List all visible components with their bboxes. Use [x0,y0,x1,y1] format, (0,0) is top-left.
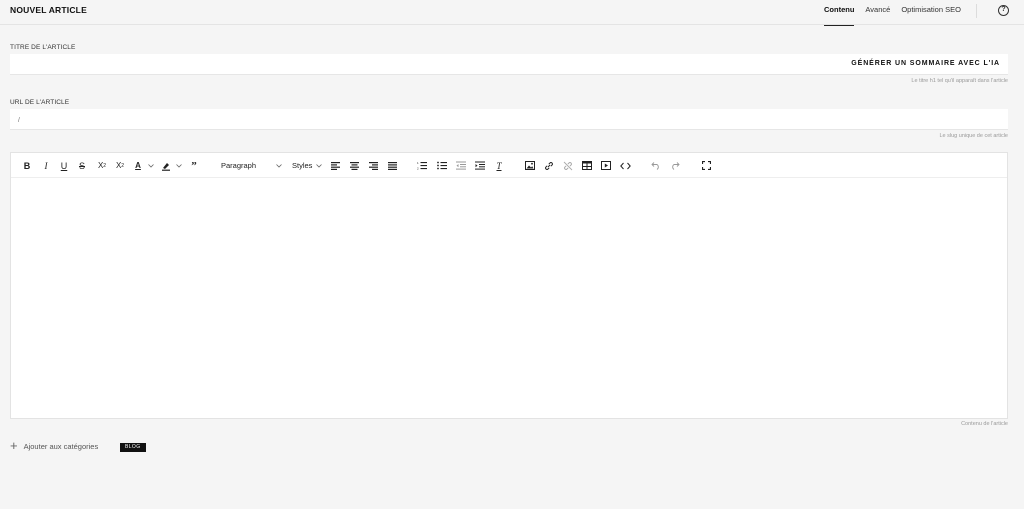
title-field: GÉNÉRER UN SOMMAIRE AVEC L'IA [10,54,1008,76]
text-color-icon[interactable]: A [133,159,143,172]
strikethrough-icon[interactable]: S [77,159,87,172]
title-field-hint: Le titre h1 tel qu'il apparaît dans l'ar… [911,78,1008,84]
tab-contenu[interactable]: Contenu [824,0,855,26]
add-to-categories-button[interactable]: + Ajouter aux catégories [10,438,99,453]
blockquote-icon[interactable]: ” [189,159,199,172]
image-icon[interactable] [525,159,535,172]
ordered-list-icon[interactable]: 12 [417,159,427,172]
bullet-list-icon[interactable] [437,159,447,172]
tab-bar: Contenu Avancé Optimisation SEO [824,0,972,26]
top-bar: NOUVEL ARTICLE Contenu Avancé Optimisati… [0,0,1024,26]
align-right-icon[interactable] [368,159,378,172]
generate-summary-ai-button[interactable]: GÉNÉRER UN SOMMAIRE AVEC L'IA [851,60,1000,67]
underline-icon[interactable]: U [59,159,69,172]
tab-avance[interactable]: Avancé [865,0,890,25]
help-icon[interactable]: ? [998,5,1009,16]
highlight-icon[interactable] [161,159,171,172]
category-tag[interactable]: BLOG [120,443,146,452]
redo-icon[interactable] [670,159,680,172]
indent-icon[interactable] [475,159,485,172]
svg-text:1: 1 [417,161,419,165]
paragraph-select[interactable]: Paragraph [221,159,269,172]
plus-icon: + [10,438,18,453]
code-icon[interactable] [620,159,631,172]
link-icon[interactable] [544,159,554,172]
video-icon[interactable] [601,159,611,172]
clear-format-icon[interactable]: T [494,159,504,172]
editor-hint: Contenu de l'article [961,421,1008,427]
align-justify-icon[interactable] [387,159,397,172]
editor-toolbar: B I U S X2 X2 A ” Paragraph Styles 12 T [11,153,1007,178]
url-input[interactable] [10,110,1008,131]
table-icon[interactable] [582,159,592,172]
url-field-label: URL DE L'ARTICLE [10,99,70,106]
bold-icon[interactable]: B [22,159,32,172]
subscript-icon[interactable]: X2 [114,159,126,172]
page-title: NOUVEL ARTICLE [10,5,87,15]
add-to-categories-label: Ajouter aux catégories [23,441,99,451]
editor-content-area[interactable] [11,179,1007,418]
styles-chevron-icon[interactable] [315,159,323,172]
italic-icon[interactable]: I [41,159,51,172]
fullscreen-icon[interactable] [701,159,711,172]
url-field [10,109,1008,131]
tab-optimisation-seo[interactable]: Optimisation SEO [901,0,961,25]
title-field-label: TITRE DE L'ARTICLE [10,44,76,51]
rich-text-editor: B I U S X2 X2 A ” Paragraph Styles 12 T [10,152,1008,419]
header-divider [976,4,977,18]
align-left-icon[interactable] [330,159,340,172]
svg-text:2: 2 [417,167,419,171]
align-center-icon[interactable] [349,159,359,172]
paragraph-chevron-icon[interactable] [275,159,283,172]
superscript-icon[interactable]: X2 [96,159,108,172]
url-field-hint: Le slug unique de cet article [939,133,1009,139]
undo-icon[interactable] [651,159,661,172]
outdent-icon[interactable] [456,159,466,172]
unlink-icon[interactable] [563,159,573,172]
text-color-chevron-icon[interactable] [147,159,155,172]
highlight-chevron-icon[interactable] [175,159,183,172]
